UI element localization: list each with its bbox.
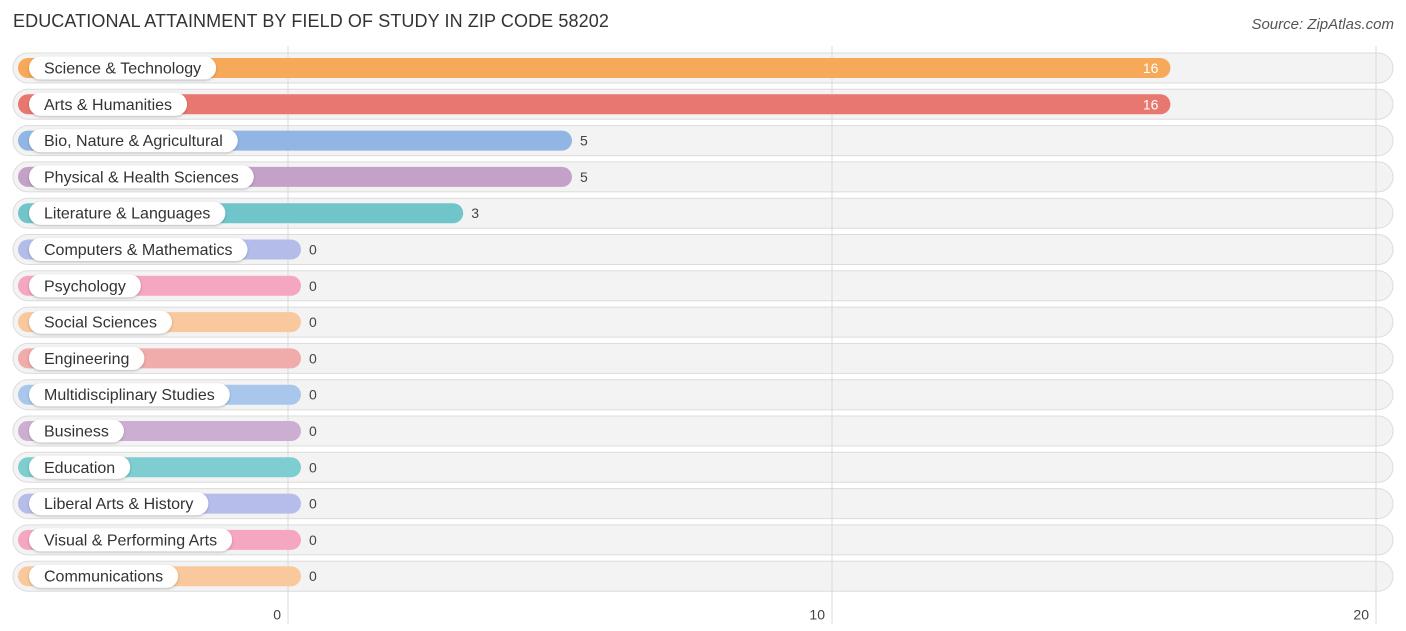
data-label: 3 — [471, 205, 479, 221]
category-label: Arts & Humanities — [44, 97, 172, 114]
x-tick-label: 10 — [809, 607, 825, 623]
category-label: Science & Technology — [44, 61, 201, 78]
category-label: Communications — [44, 569, 163, 586]
x-tick-label: 0 — [273, 607, 281, 623]
category-label: Visual & Performing Arts — [44, 532, 217, 549]
bar-chart: Science & Technology 16 Arts & Humanities 1… — [12, 46, 1394, 625]
data-label: 0 — [309, 314, 317, 330]
data-label: 0 — [309, 387, 317, 403]
data-label: 0 — [309, 459, 317, 475]
data-label: 0 — [309, 350, 317, 366]
category-label: Psychology — [44, 278, 126, 295]
category-label: Bio, Nature & Agricultural — [44, 133, 223, 150]
category-label: Business — [44, 424, 109, 441]
category-label: Physical & Health Sciences — [44, 169, 239, 186]
data-label: 16 — [1143, 60, 1159, 76]
category-label: Literature & Languages — [44, 206, 210, 223]
category-label: Social Sciences — [44, 315, 157, 332]
data-label: 0 — [309, 423, 317, 439]
x-tick-label: 20 — [1353, 607, 1369, 623]
category-label: Liberal Arts & History — [44, 496, 193, 513]
category-label: Multidisciplinary Studies — [44, 387, 215, 404]
category-label: Engineering — [44, 351, 129, 368]
data-label: 0 — [309, 278, 317, 294]
bar[interactable] — [18, 94, 1171, 115]
category-label: Computers & Mathematics — [44, 242, 233, 259]
data-label: 0 — [309, 242, 317, 258]
data-label: 5 — [580, 169, 588, 185]
category-label: Education — [44, 460, 115, 477]
data-label: 5 — [580, 133, 588, 149]
data-label: 16 — [1143, 96, 1159, 112]
data-label: 0 — [309, 496, 317, 512]
data-label: 0 — [309, 568, 317, 584]
data-label: 0 — [309, 532, 317, 548]
